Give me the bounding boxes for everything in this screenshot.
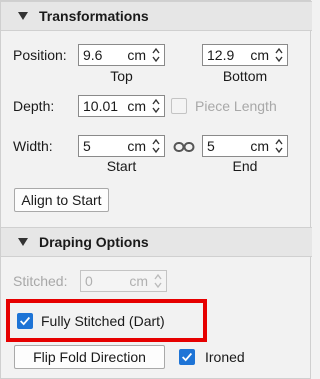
width-end-value: 5 <box>207 138 215 154</box>
draping-options-header[interactable]: Draping Options <box>1 227 312 257</box>
stitched-field[interactable]: 0 cm <box>80 270 167 292</box>
link-icon[interactable] <box>173 140 195 154</box>
end-label: End <box>232 158 258 174</box>
piece-length-label: Piece Length <box>195 98 277 114</box>
position-bottom-unit: cm <box>250 47 269 63</box>
position-label: Position: <box>13 47 67 63</box>
position-top-field[interactable]: 9.6 cm <box>78 44 165 66</box>
draping-options-title: Draping Options <box>39 234 149 250</box>
transformations-title: Transformations <box>39 8 149 24</box>
collapse-triangle-icon[interactable] <box>18 12 28 20</box>
position-top-value: 9.6 <box>83 47 103 63</box>
width-label: Width: <box>13 138 53 154</box>
flip-fold-direction-button[interactable]: Flip Fold Direction <box>14 345 165 369</box>
start-label: Start <box>106 158 137 174</box>
depth-unit: cm <box>127 98 146 114</box>
property-panel: Transformations Position: 9.6 cm Top 12.… <box>0 0 312 379</box>
align-to-start-button[interactable]: Align to Start <box>14 188 109 212</box>
width-start-field[interactable]: 5 cm <box>78 135 165 157</box>
bottom-label: Bottom <box>222 68 268 84</box>
spinner-icon[interactable] <box>151 98 161 114</box>
ironed-checkbox[interactable] <box>179 349 195 365</box>
position-bottom-field[interactable]: 12.9 cm <box>202 44 288 66</box>
spinner-icon[interactable] <box>153 273 163 289</box>
width-start-unit: cm <box>127 138 146 154</box>
position-bottom-value: 12.9 <box>207 47 235 63</box>
spinner-icon[interactable] <box>151 138 161 154</box>
width-start-value: 5 <box>83 138 91 154</box>
ironed-label: Ironed <box>205 349 245 365</box>
width-end-unit: cm <box>250 138 269 154</box>
position-top-unit: cm <box>127 47 146 63</box>
depth-field[interactable]: 10.01 cm <box>78 95 165 117</box>
top-label: Top <box>110 68 133 84</box>
spinner-icon[interactable] <box>274 138 284 154</box>
checkmark-icon <box>182 352 193 362</box>
collapse-triangle-icon[interactable] <box>18 238 28 246</box>
stitched-unit: cm <box>129 273 148 289</box>
piece-length-checkbox[interactable] <box>171 98 187 114</box>
depth-label: Depth: <box>13 98 55 114</box>
stitched-label: Stitched: <box>13 273 68 289</box>
stitched-value: 0 <box>85 273 93 289</box>
highlight-annotation <box>6 299 207 342</box>
transformations-header[interactable]: Transformations <box>1 1 312 31</box>
spinner-icon[interactable] <box>274 47 284 63</box>
depth-value: 10.01 <box>83 98 119 114</box>
spinner-icon[interactable] <box>151 47 161 63</box>
width-end-field[interactable]: 5 cm <box>202 135 288 157</box>
